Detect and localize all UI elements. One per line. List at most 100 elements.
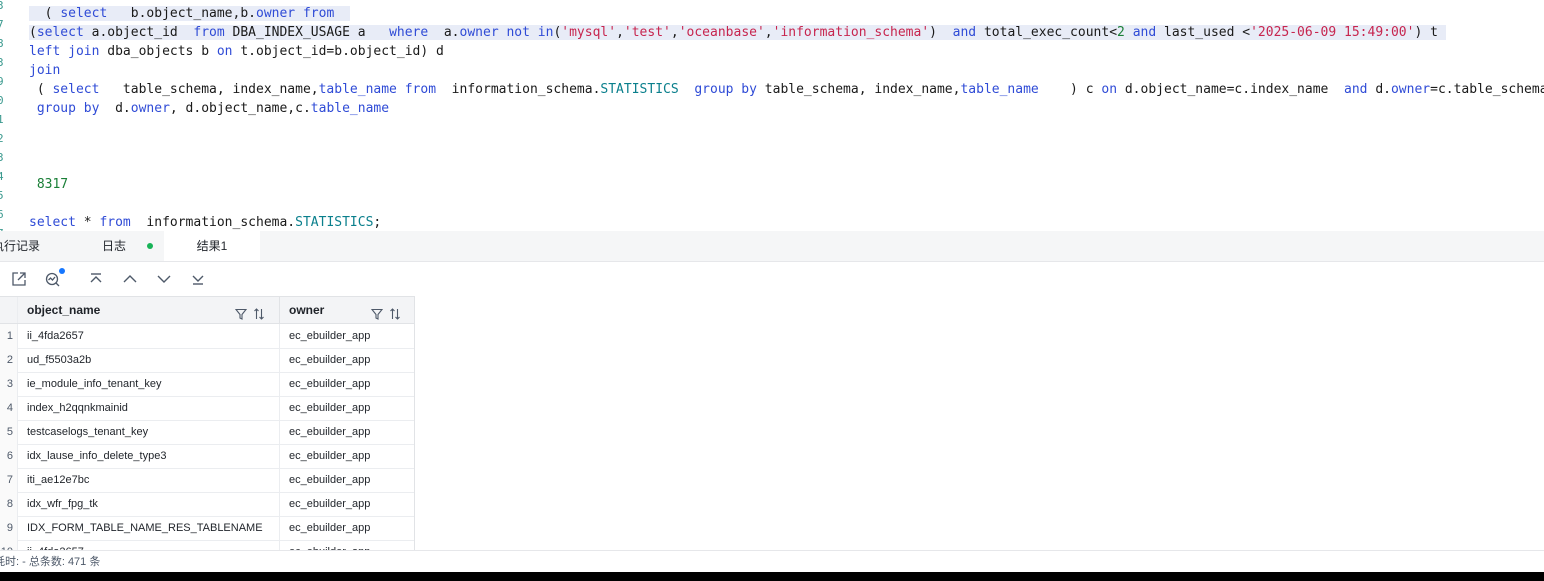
code-token: d.object_name=c.index_name [1117, 82, 1345, 97]
code-token: table_schema, index_name, [756, 82, 961, 97]
first-page-icon[interactable] [86, 270, 106, 288]
cell-owner[interactable]: ec_ebuilder_app [281, 372, 414, 396]
code-token [334, 6, 350, 21]
code-token [295, 6, 303, 21]
status-text: 耗时: - 总条数: 471 条 [0, 556, 101, 568]
code-line[interactable]: (select a.object_id from DBA_INDEX_USAGE… [29, 23, 1446, 42]
code-token: on [1101, 82, 1118, 97]
cell-object-name[interactable]: ii_4fda2657 [19, 324, 280, 348]
cell-owner[interactable]: ec_ebuilder_app [281, 468, 414, 492]
table-row[interactable]: 6 idx_lause_info_delete_type3 ec_ebuilder_… [0, 444, 414, 469]
code-line[interactable]: left join dba_objects b on t.object_id=b… [29, 42, 444, 61]
line-number: 3 [0, 0, 4, 12]
table-row[interactable]: 1 ii_4fda2657 ec_ebuilder_app [0, 324, 414, 349]
filter-icon[interactable] [370, 303, 384, 320]
table-row[interactable]: 3 ie_module_info_tenant_key ec_ebuilder_ap… [0, 372, 414, 397]
code-token: from [99, 215, 131, 230]
sort-icon[interactable] [253, 303, 265, 320]
cell-object-name[interactable]: testcaselogs_tenant_key [19, 420, 280, 444]
table-row[interactable]: 7 iti_ae12e7bc ec_ebuilder_app [0, 468, 414, 493]
result-grid: object_name owner 1 ii_4fda2657 ec_ebuil… [0, 296, 415, 550]
filter-icon[interactable] [234, 303, 248, 320]
code-token: join [29, 63, 61, 78]
code-token: '2025-06-09 15:49:00' [1250, 25, 1415, 40]
row-number: 7 [0, 468, 18, 492]
prev-page-icon[interactable] [120, 270, 140, 288]
row-number: 6 [0, 444, 18, 468]
code-token: owner [130, 101, 170, 116]
row-number: 1 [0, 324, 18, 348]
code-line[interactable]: select * from information_schema.STATIST… [29, 213, 381, 231]
code-token: group by [36, 101, 100, 116]
cell-object-name[interactable]: ud_f5503a2b [19, 348, 280, 372]
last-page-icon[interactable] [188, 270, 208, 288]
line-number-gutter: 378390123456783 [0, 0, 12, 231]
line-number: 7 [0, 18, 4, 31]
code-token: * [75, 215, 100, 230]
sort-icon[interactable] [389, 303, 401, 320]
code-line[interactable]: ( select b.object_name,b.owner from [29, 4, 350, 23]
code-token: information_schema. [130, 215, 296, 230]
cell-owner[interactable]: ec_ebuilder_app [281, 348, 414, 372]
cell-owner[interactable]: ec_ebuilder_app [281, 516, 414, 540]
line-number: 7 [0, 224, 9, 231]
cell-object-name[interactable]: IDX_FORM_TABLE_NAME_RES_TABLENAME [19, 516, 280, 540]
code-token: information_schema. [436, 82, 601, 97]
cell-object-name[interactable]: iti_ae12e7bc [19, 468, 280, 492]
line-number: 4 [0, 170, 4, 183]
column-header-owner[interactable]: owner [281, 297, 414, 323]
code-token: 'information_schema' [772, 25, 930, 40]
row-number: 9 [0, 516, 18, 540]
code-token: t.object_id=b.object_id) d [232, 44, 444, 59]
next-page-icon[interactable] [154, 270, 174, 288]
cell-object-name[interactable]: ie_module_info_tenant_key [19, 372, 280, 396]
code-token: table_name [310, 101, 390, 116]
tab-history[interactable]: 执行记录 [0, 231, 52, 261]
table-row[interactable]: 5 testcaselogs_tenant_key ec_ebuilder_app [0, 420, 414, 445]
code-token: table_name [960, 82, 1039, 97]
code-token: 8317 [29, 177, 69, 192]
cell-owner[interactable]: ec_ebuilder_app [281, 492, 414, 516]
code-token: ( [29, 25, 37, 40]
cell-object-name[interactable]: ii_4fda2657 [19, 540, 280, 550]
code-token: STATISTICS [600, 82, 679, 97]
column-header-label: owner [289, 303, 325, 317]
table-row[interactable]: 9 IDX_FORM_TABLE_NAME_RES_TABLENAME ec_ebu… [0, 516, 414, 541]
code-line[interactable]: ( select table_schema, index_name,table_… [29, 80, 1544, 99]
cell-owner[interactable]: ec_ebuilder_app [281, 420, 414, 444]
cell-owner[interactable]: ec_ebuilder_app [281, 444, 414, 468]
code-token: 'oceanbase' [678, 25, 765, 40]
chart-analyze-icon[interactable] [43, 268, 65, 288]
code-line[interactable]: group by d.owner, d.object_name,c.table_… [29, 99, 389, 118]
sql-editor[interactable]: 378390123456783 ( select b.object_name,b… [0, 0, 1544, 231]
status-bar: 耗时: - 总条数: 471 条 [0, 550, 1544, 573]
table-row[interactable]: 8 idx_wfr_fpg_tk ec_ebuilder_app [0, 492, 414, 517]
code-line[interactable]: 8317 [29, 175, 68, 194]
table-row[interactable]: 4 index_h2qqnkmainid ec_ebuilder_app [0, 396, 414, 421]
cell-owner[interactable]: ec_ebuilder_app [281, 324, 414, 348]
code-token: from [404, 82, 437, 97]
code-token: =c.table_schema [1430, 82, 1544, 97]
table-row[interactable]: 10ii_4fda2657ec_ebuilder_app [0, 540, 414, 550]
column-header-label: object_name [27, 303, 101, 317]
row-number: 5 [0, 420, 18, 444]
export-icon[interactable] [9, 270, 29, 288]
tab-log[interactable]: 日志 [102, 231, 162, 261]
table-row[interactable]: 2 ud_f5503a2b ec_ebuilder_app [0, 348, 414, 373]
code-line[interactable]: join [29, 61, 60, 80]
cell-owner[interactable]: ec_ebuilder_app [281, 396, 414, 420]
code-token: and [1132, 25, 1157, 40]
cell-object-name[interactable]: idx_lause_info_delete_type3 [19, 444, 280, 468]
tab-result[interactable]: 结果1 [164, 231, 260, 261]
row-number: 8 [0, 492, 18, 516]
cell-object-name[interactable]: idx_wfr_fpg_tk [19, 492, 280, 516]
cell-object-name[interactable]: index_h2qqnkmainid [19, 396, 280, 420]
column-header-object-name[interactable]: object_name [19, 297, 280, 323]
row-number: 3 [0, 372, 18, 396]
code-token: table_name [318, 82, 397, 97]
cell-owner[interactable]: ec_ebuilder_app [281, 540, 414, 550]
code-token: owner [256, 6, 296, 21]
line-number: 6 [0, 208, 4, 221]
code-token: , [670, 25, 679, 40]
